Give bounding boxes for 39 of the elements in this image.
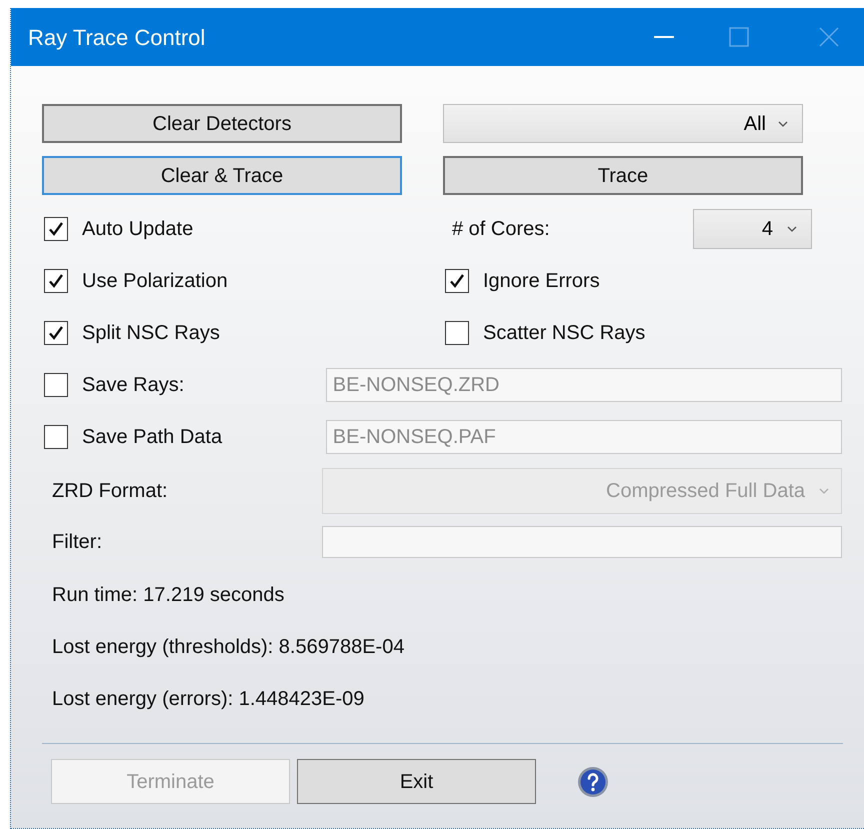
window-title: Ray Trace Control (28, 24, 206, 52)
checkbox[interactable] (44, 425, 68, 449)
detector-dropdown[interactable]: All (443, 104, 803, 143)
exit-button[interactable]: Exit (297, 759, 536, 804)
filter-label: Filter: (51, 530, 103, 555)
dropdown-value: All (744, 112, 766, 136)
dropdown-value: Compressed Full Data (606, 479, 805, 504)
help-icon[interactable] (577, 766, 609, 798)
checkbox-label: Auto Update (82, 217, 194, 242)
result-text: Lost energy (errors): 1.448423E-09 (52, 687, 366, 712)
checkbox[interactable] (44, 321, 68, 345)
zrd-format-label: ZRD Format: (51, 479, 169, 504)
checkbox-label: Split NSC Rays (82, 321, 220, 346)
checkbox[interactable] (44, 217, 68, 241)
result-text: Lost energy (thresholds): 8.569788E-04 (52, 635, 406, 660)
chevron-icon (787, 226, 797, 232)
cores-dropdown[interactable]: 4 (693, 209, 812, 249)
checkmark-icon (47, 220, 65, 238)
checkbox-label: Ignore Errors (483, 269, 600, 294)
checkmark-icon (448, 272, 466, 290)
result-text: Run time: 17.219 seconds (52, 583, 286, 608)
checkbox-label: Save Rays: (82, 373, 186, 398)
chevron-icon (819, 488, 829, 494)
dropdown-value: 4 (762, 217, 773, 242)
checkmark-icon (47, 324, 65, 342)
checkmark-icon (47, 272, 65, 290)
trace-button[interactable]: Trace (443, 156, 803, 195)
checkbox-label: Use Polarization (82, 269, 228, 294)
checkbox[interactable] (44, 269, 68, 293)
cores-label: # of Cores: (452, 217, 551, 242)
filter-field[interactable] (322, 526, 842, 558)
checkbox[interactable] (44, 373, 68, 397)
clear-detectors-button[interactable]: Clear Detectors (42, 104, 402, 143)
checkbox-label: Scatter NSC Rays (483, 321, 646, 346)
checkbox[interactable] (445, 321, 469, 345)
chevron-icon (778, 120, 788, 126)
checkbox[interactable] (445, 269, 469, 293)
checkbox-label: Save Path Data (82, 425, 224, 450)
clear-and-trace-button[interactable]: Clear & Trace (42, 156, 402, 195)
